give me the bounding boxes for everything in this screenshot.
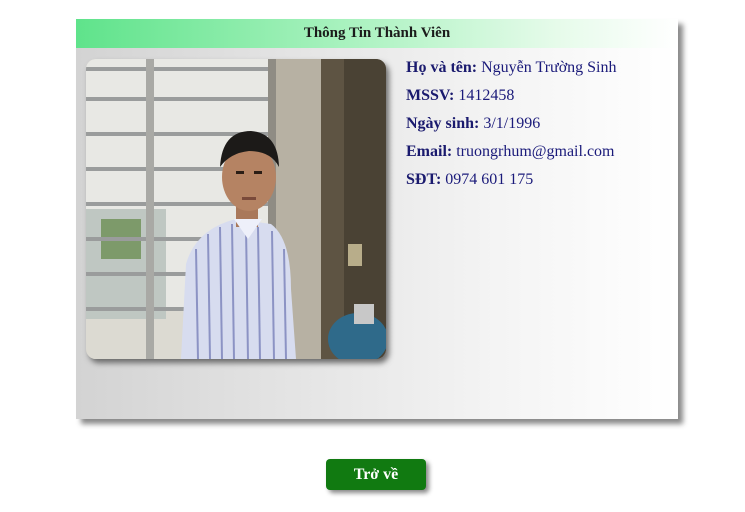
back-button[interactable]: Trở về xyxy=(326,459,426,490)
field-phone: SĐT: 0974 601 175 xyxy=(406,169,671,197)
field-value: 3/1/1996 xyxy=(483,115,541,132)
field-birth-date: Ngày sinh: 3/1/1996 xyxy=(406,113,671,141)
field-full-name: Họ và tên: Nguyễn Trường Sinh xyxy=(406,57,671,85)
field-email: Email: truongrhum@gmail.com xyxy=(406,141,671,169)
field-label: MSSV: xyxy=(406,87,455,104)
member-info-card: Thông Tin Thành Viên Họ và tên: Nguyễn T… xyxy=(76,19,678,419)
field-label: Email: xyxy=(406,143,453,160)
field-student-id: MSSV: 1412458 xyxy=(406,85,671,113)
card-title: Thông Tin Thành Viên xyxy=(76,19,678,48)
field-label: SĐT: xyxy=(406,171,442,188)
field-label: Ngày sinh: xyxy=(406,115,480,132)
field-label: Họ và tên: xyxy=(406,59,478,76)
field-value: truongrhum@gmail.com xyxy=(456,143,615,160)
member-info-list: Họ và tên: Nguyễn Trường Sinh MSSV: 1412… xyxy=(406,57,671,197)
field-value: 1412458 xyxy=(458,87,515,104)
member-photo xyxy=(86,59,386,359)
field-value: Nguyễn Trường Sinh xyxy=(481,59,617,76)
field-value: 0974 601 175 xyxy=(445,171,534,188)
